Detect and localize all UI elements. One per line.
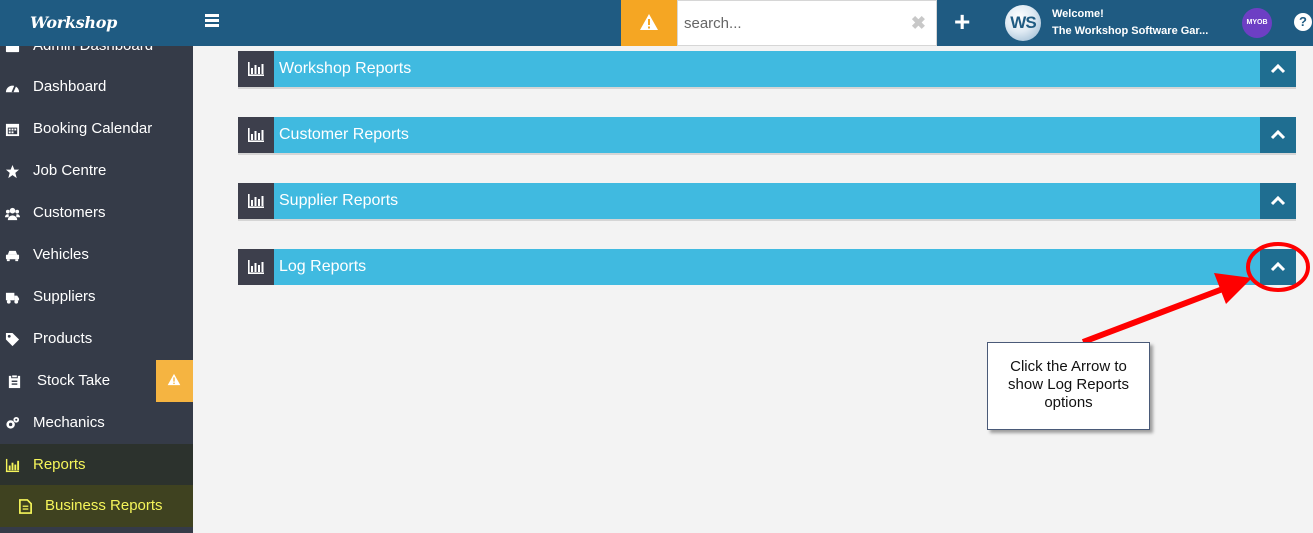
calendar-icon	[5, 123, 20, 137]
brand-logo[interactable]: Workshop Software	[0, 0, 193, 78]
chevron-up-icon	[1270, 261, 1286, 272]
alert-warning-button[interactable]	[621, 0, 677, 46]
clear-search-icon[interactable]: ✖	[911, 13, 926, 34]
truck-icon	[5, 292, 20, 304]
panel-icon-box	[238, 51, 274, 87]
sidebar-item-label: Stock Take	[37, 372, 111, 389]
annotation-callout: Click the Arrow to show Log Reports opti…	[987, 342, 1150, 430]
document-icon	[19, 499, 32, 514]
briefcase-icon	[5, 46, 20, 53]
panel-title: Supplier Reports	[279, 192, 399, 209]
sidebar-item-label: Business Reports	[45, 497, 163, 514]
sidebar-item-suppliers[interactable]: Suppliers	[0, 276, 193, 318]
add-new-button[interactable]: +	[954, 8, 970, 36]
search-input[interactable]	[678, 1, 898, 45]
sidebar-item-vehicles[interactable]: Vehicles	[0, 234, 193, 276]
collapse-toggle-button[interactable]	[1260, 183, 1296, 219]
panel-supplier-reports[interactable]: Supplier Reports	[238, 183, 1296, 219]
panel-title: Customer Reports	[279, 126, 409, 143]
panel-title: Log Reports	[279, 258, 367, 275]
sidebar-item-reports[interactable]: Reports	[0, 444, 193, 486]
panel-divider	[238, 153, 1296, 155]
panel-divider	[238, 219, 1296, 221]
collapse-toggle-button[interactable]	[1260, 51, 1296, 87]
sidebar-item-products[interactable]: Products	[0, 318, 193, 360]
sidebar-item-label: Products	[33, 330, 93, 347]
star-icon	[5, 164, 20, 179]
bar-chart-icon	[248, 260, 264, 274]
sidebar-item-dashboard[interactable]: Dashboard	[0, 66, 193, 108]
panel-workshop-reports[interactable]: Workshop Reports	[238, 51, 1296, 87]
panel-divider	[238, 87, 1296, 89]
sidebar-item-label: Reports	[33, 456, 86, 473]
sidebar-item-label: Vehicles	[33, 246, 89, 263]
welcome-text: Welcome! The Workshop Software Gar...	[1052, 6, 1222, 40]
panel-log-reports[interactable]: Log Reports	[238, 249, 1296, 285]
users-icon	[5, 207, 20, 221]
warning-icon	[640, 14, 658, 30]
myob-button[interactable]: MYOB	[1242, 8, 1272, 38]
welcome-user[interactable]: The Workshop Software Gar...	[1052, 23, 1222, 40]
search-box: ✖	[677, 0, 937, 46]
bar-chart-icon	[248, 194, 264, 208]
chevron-up-icon	[1270, 63, 1286, 74]
annotation-arrow-line	[1081, 284, 1230, 345]
sidebar-item-label: Job Centre	[33, 162, 107, 179]
sidebar-item-admin-dashboard[interactable]: Admin Dashboard	[0, 46, 193, 67]
warning-icon	[167, 373, 181, 386]
panel-icon-box	[238, 117, 274, 153]
chevron-up-icon	[1270, 195, 1286, 206]
clipboard-icon	[8, 374, 21, 389]
sidebar: Admin Dashboard Dashboard Booking Calend…	[0, 46, 193, 533]
sidebar-item-label: Booking Calendar	[33, 120, 153, 137]
bar-chart-icon	[248, 128, 264, 142]
collapse-toggle-button[interactable]	[1260, 249, 1296, 285]
panel-icon-box	[238, 183, 274, 219]
sidebar-item-booking-calendar[interactable]: Booking Calendar	[0, 108, 193, 150]
bar-chart-icon	[5, 458, 20, 473]
stock-take-warning-badge[interactable]	[156, 360, 193, 402]
sidebar-item-business-reports[interactable]: Business Reports	[0, 485, 193, 527]
dashboard-icon	[5, 85, 20, 93]
panel-icon-box	[238, 249, 274, 285]
sidebar-item-label: Suppliers	[33, 288, 96, 305]
sidebar-item-label: Mechanics	[33, 414, 105, 431]
welcome-title: Welcome!	[1052, 8, 1104, 20]
tags-icon	[5, 332, 20, 347]
car-icon	[5, 250, 20, 262]
panel-customer-reports[interactable]: Customer Reports	[238, 117, 1296, 153]
top-bar: Workshop Software ✖ + WS Welcome! The Wo…	[0, 0, 1313, 78]
sidebar-item-job-centre[interactable]: Job Centre	[0, 150, 193, 192]
company-logo: WS	[1005, 5, 1041, 41]
panel-title: Workshop Reports	[279, 60, 412, 77]
sidebar-item-customers[interactable]: Customers	[0, 192, 193, 234]
gears-icon	[6, 416, 20, 429]
sidebar-item-label: Admin Dashboard	[33, 46, 153, 67]
collapse-toggle-button[interactable]	[1260, 117, 1296, 153]
chevron-up-icon	[1270, 129, 1286, 140]
sidebar-item-mechanics[interactable]: Mechanics	[0, 402, 193, 444]
menu-toggle-icon[interactable]	[205, 12, 227, 32]
bar-chart-icon	[248, 62, 264, 76]
sidebar-item-label: Customers	[33, 204, 106, 221]
sidebar-item-stock-take[interactable]: Stock Take	[0, 360, 193, 402]
help-icon[interactable]: ?	[1294, 13, 1312, 31]
sidebar-item-label: Dashboard	[33, 78, 107, 95]
